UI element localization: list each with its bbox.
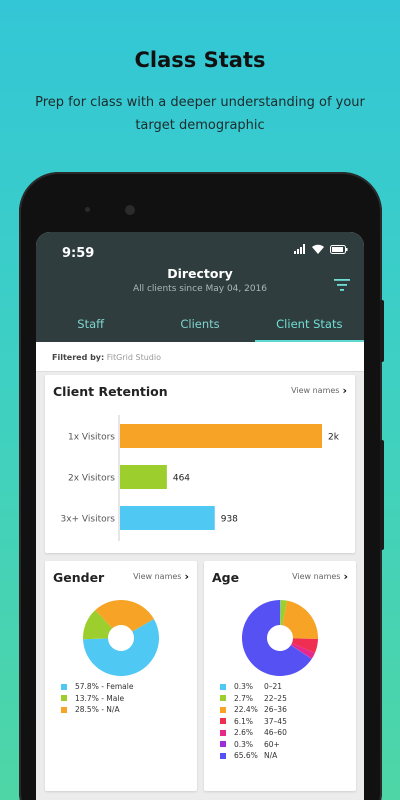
app-screen: 9:59 Directory All clients since May 04,… (36, 232, 364, 800)
gender-view-names-link[interactable]: View names › (133, 569, 189, 583)
chevron-right-icon: › (184, 569, 189, 583)
retention-bar (120, 465, 167, 489)
legend-swatch (220, 718, 226, 725)
legend-swatch (220, 729, 226, 736)
filter-value: FitGrid Studio (106, 353, 161, 362)
legend-label: 60+ (264, 739, 280, 749)
legend-swatch (220, 752, 226, 759)
legend-swatch (220, 706, 226, 713)
view-names-label: View names (292, 572, 341, 581)
status-bar: 9:59 (62, 242, 348, 261)
legend-label: - Male (101, 693, 125, 703)
legend-pct: 57.8% (75, 682, 99, 692)
legend-label: - N/A (101, 705, 120, 715)
legend-item: 6.1% 37–45 (220, 716, 287, 728)
view-names-label: View names (133, 572, 182, 581)
retention-bar-label: 3x+ Visitors (60, 515, 115, 525)
legend-item: 65.6% N/A (220, 750, 287, 762)
retention-bar (120, 506, 215, 530)
legend-item: 28.5% - N/A (61, 704, 133, 716)
phone-side-button (380, 440, 384, 550)
legend-pct: 6.1% (234, 716, 254, 726)
tab-clients[interactable]: Clients (145, 308, 254, 342)
directory-header: 9:59 Directory All clients since May 04,… (36, 232, 364, 342)
legend-label: 0–21 (264, 682, 283, 692)
filter-label: Filtered by: (52, 353, 105, 362)
age-title: Age (212, 570, 240, 585)
legend-label: 26–36 (264, 705, 287, 715)
retention-bar-value: 2k (328, 433, 340, 443)
legend-pct: 22.4% (234, 705, 258, 715)
battery-icon (330, 244, 348, 254)
legend-item: 22.4% 26–36 (220, 704, 287, 716)
legend-item: 2.7% 22–25 (220, 693, 287, 705)
legend-item: 2.6% 46–60 (220, 727, 287, 739)
legend-swatch (220, 741, 226, 748)
signal-icon (294, 244, 305, 254)
header-title: Directory (167, 266, 233, 281)
legend-label: N/A (264, 751, 278, 761)
legend-pct: 0.3% (234, 682, 254, 692)
phone-side-button (380, 300, 384, 362)
camera-icon (85, 207, 90, 212)
retention-bar-label: 1x Visitors (68, 433, 115, 443)
legend-item: 0.3% 0–21 (220, 681, 287, 693)
header-subtitle: All clients since May 04, 2016 (132, 284, 268, 294)
client-retention-card: Client Retention View names › 1x Visitor… (45, 375, 355, 553)
gender-legend: 57.8% - Female 13.7% - Male 28.5% - N/A (61, 681, 133, 716)
retention-bar-value: 464 (173, 474, 190, 484)
legend-item: 57.8% - Female (61, 681, 133, 693)
legend-pct: 2.6% (234, 728, 254, 738)
promo-title: Class Stats (134, 48, 266, 72)
tab-bar: Staff Clients Client Stats (36, 308, 364, 342)
age-view-names-link[interactable]: View names › (292, 569, 348, 583)
camera-icon (125, 205, 135, 215)
age-card: Age View names › 0.3% 0–21 2.7% 22–25 22.4… (204, 561, 356, 791)
wifi-icon (312, 244, 324, 254)
legend-pct: 13.7% (75, 693, 99, 703)
legend-label: 22–25 (264, 693, 287, 703)
legend-swatch (220, 695, 226, 702)
legend-label: 46–60 (264, 728, 287, 738)
legend-swatch (220, 683, 226, 690)
legend-label: 37–45 (264, 716, 287, 726)
retention-bar-label: 2x Visitors (68, 474, 115, 484)
donut-slice (282, 600, 318, 639)
promo-subtitle: Prep for class with a deeper understandi… (35, 95, 365, 133)
legend-pct: 65.6% (234, 751, 258, 761)
filter-icon[interactable] (334, 278, 350, 292)
tab-staff[interactable]: Staff (36, 308, 145, 342)
gender-title: Gender (53, 570, 105, 585)
legend-pct: 28.5% (75, 705, 99, 715)
tab-client-stats[interactable]: Client Stats (254, 308, 364, 342)
age-legend: 0.3% 0–21 2.7% 22–25 22.4% 26–36 6.1% 37–45 … (220, 681, 287, 762)
legend-pct: 0.3% (234, 739, 254, 749)
retention-bar-chart: 1x Visitors 2k 2x Visitors 464 3x+ Visitors 9… (60, 415, 340, 541)
retention-bar (120, 424, 322, 448)
retention-bar-value: 938 (221, 515, 238, 525)
gender-card: Gender View names › 57.8% - Female 13.7%… (45, 561, 197, 791)
legend-label: - Female (101, 682, 134, 692)
legend-item: 13.7% - Male (61, 693, 133, 705)
filter-bar: Filtered by: FitGrid Studio (36, 342, 364, 372)
legend-swatch (61, 695, 67, 702)
status-time: 9:59 (62, 246, 95, 261)
legend-swatch (61, 683, 67, 690)
chevron-right-icon: › (343, 569, 348, 583)
legend-pct: 2.7% (234, 693, 254, 703)
legend-item: 0.3% 60+ (220, 739, 287, 751)
legend-swatch (61, 706, 67, 713)
